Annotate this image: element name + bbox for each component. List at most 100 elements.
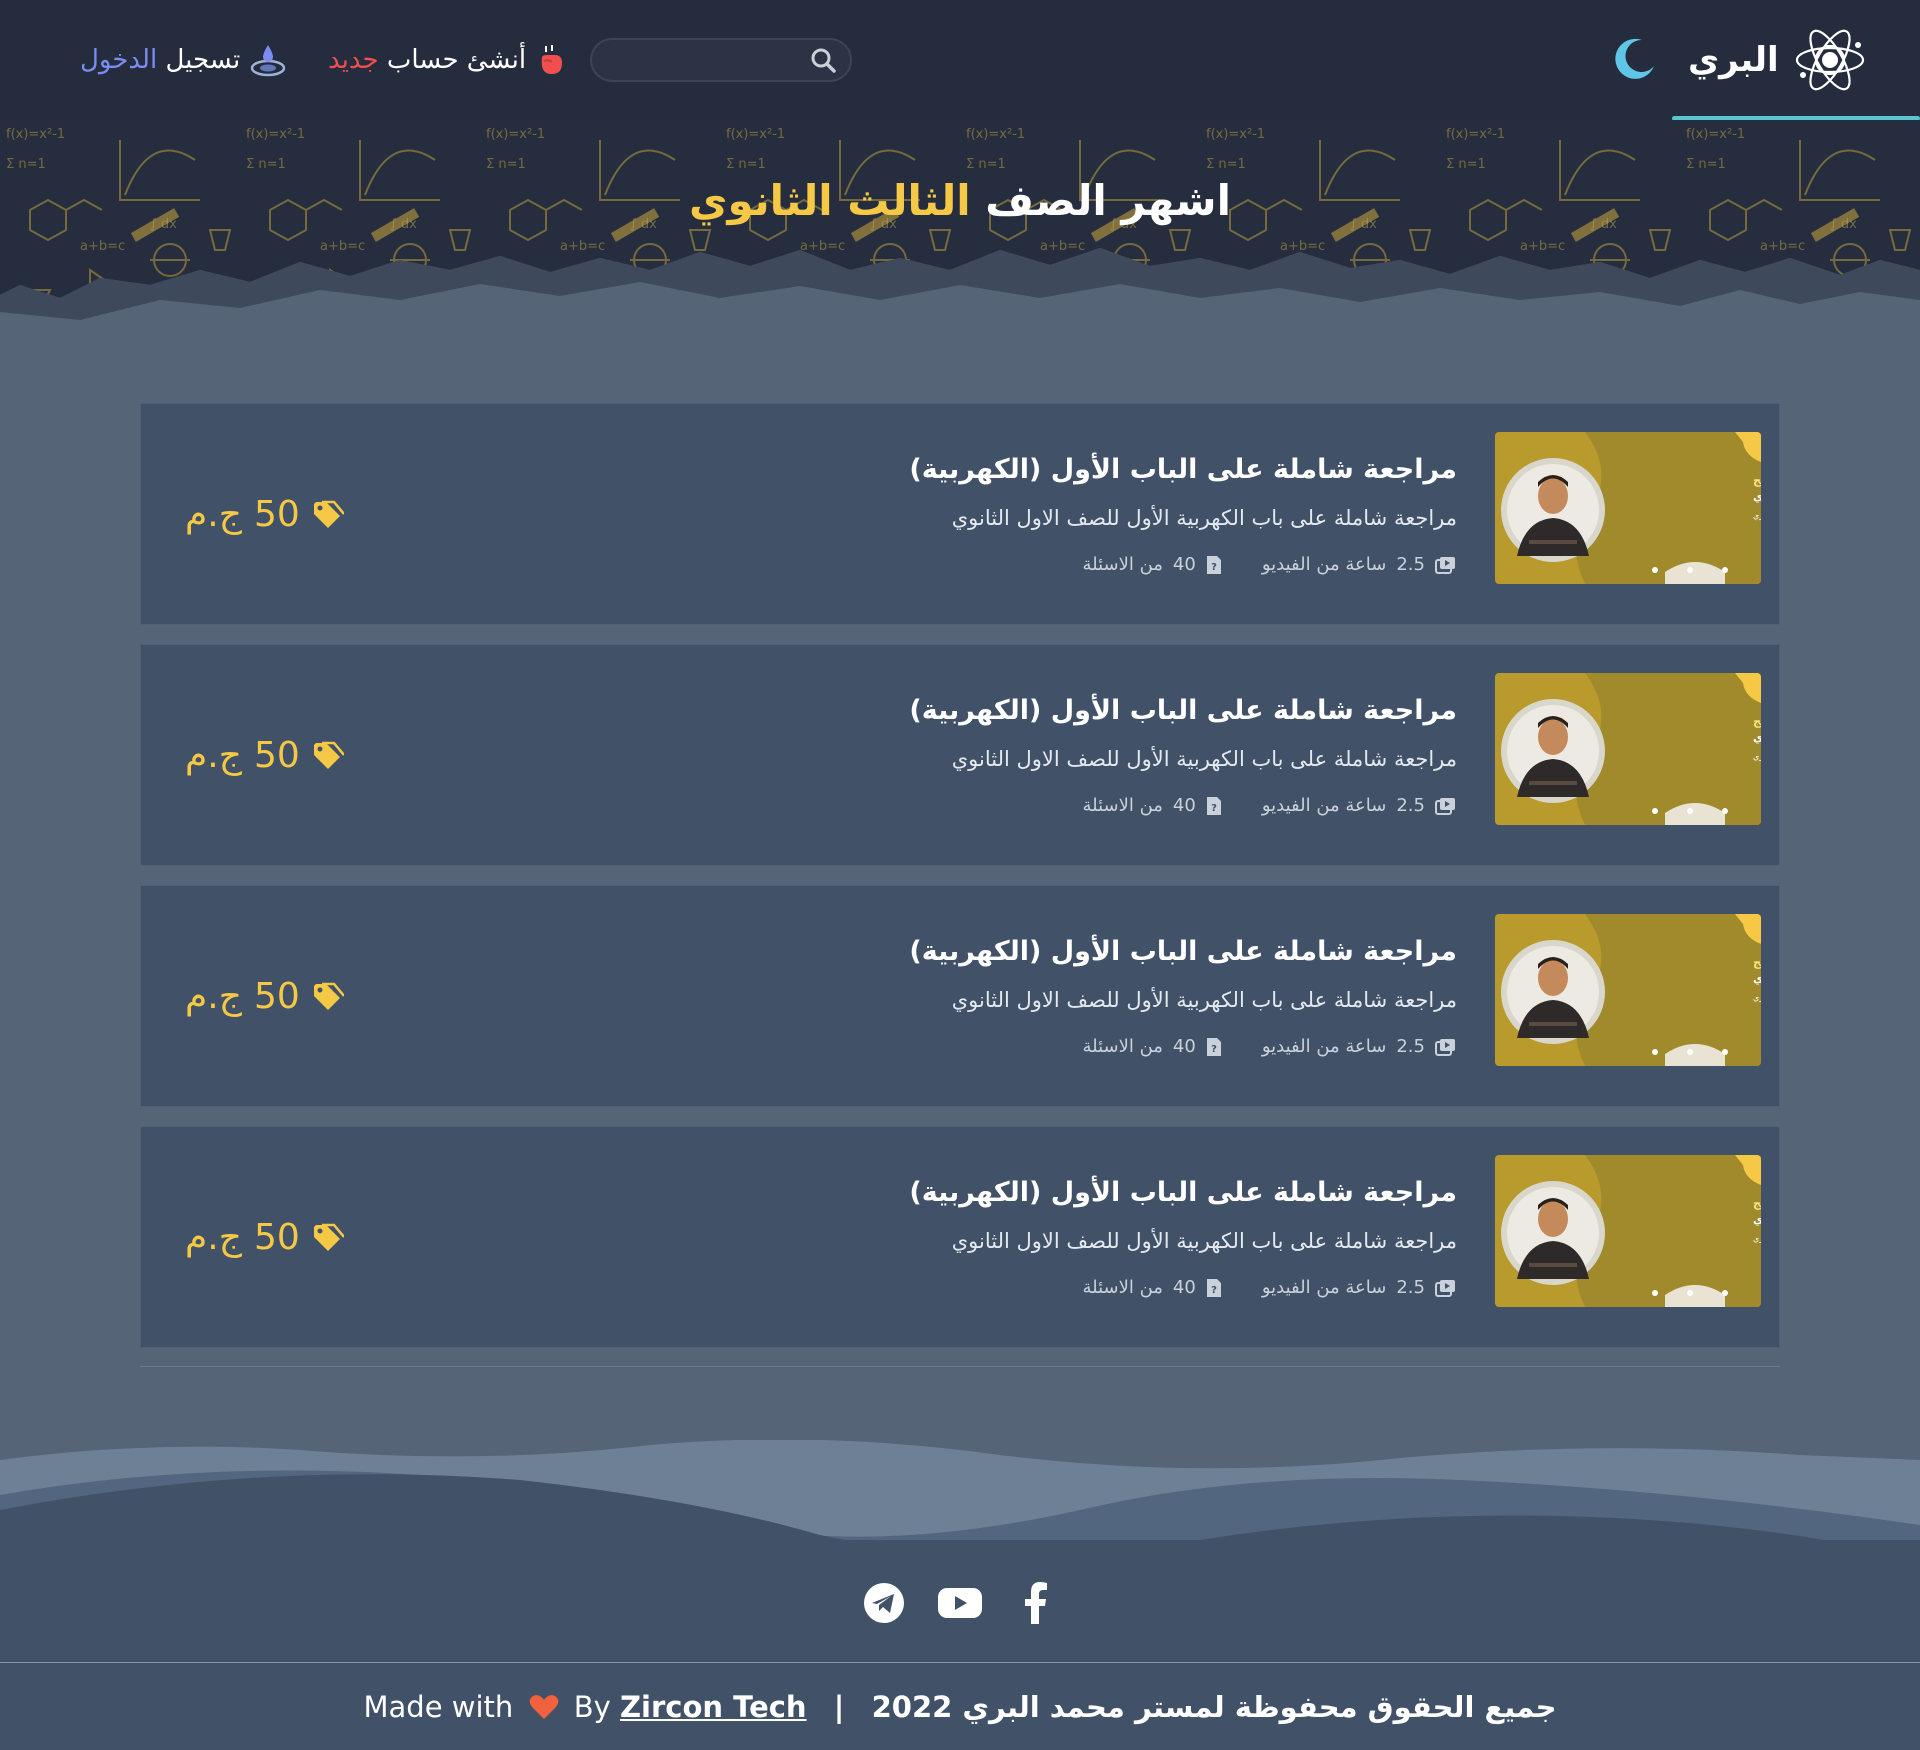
questions-count: ? 40 من الاسئلة [1082, 1036, 1221, 1057]
questions-number: 40 [1172, 1277, 1196, 1298]
dark-mode-toggle-icon[interactable] [1612, 36, 1658, 82]
price-value: 50 [253, 494, 300, 535]
facebook-icon [1025, 1582, 1047, 1624]
video-hours: 2.5 [1396, 1036, 1425, 1057]
price-value: 50 [253, 735, 300, 776]
copyright-bar: Made with By Zircon Tech | جميع الحقوق م… [0, 1690, 1920, 1724]
questions-number: 40 [1172, 554, 1196, 575]
svg-text:?: ? [1211, 1044, 1217, 1055]
boxing-glove-icon [541, 45, 563, 75]
questions-number: 40 [1172, 795, 1196, 816]
price-value: 50 [253, 1217, 300, 1258]
thumb-title-2: للصف الثالث الثانوي [1753, 731, 1761, 744]
video-label: ساعة من الفيديو [1261, 554, 1387, 575]
price-currency: ج.م [185, 494, 242, 535]
price-tag-icon [313, 741, 344, 769]
course-meta: 2.5 ساعة من الفيديو ? 40 من الاسئلة [1082, 1277, 1457, 1298]
thumb-title-2: للصف الثالث الثانوي [1753, 1213, 1761, 1226]
svg-text:?: ? [1211, 1285, 1217, 1296]
math-pattern-background: f(x)=x²-1 Σ n=1 ∫ dx a+b=c π [0, 120, 1920, 320]
search-icon[interactable] [810, 47, 836, 73]
course-card[interactable]: مراجعة شاملة على المنهج للصف الثالث الثا… [140, 644, 1780, 866]
questions-label: من الاسئلة [1082, 554, 1163, 575]
title-highlight: الثالث الثانوي [689, 176, 971, 225]
course-meta: 2.5 ساعة من الفيديو ? 40 من الاسئلة [1082, 554, 1457, 575]
site-logo[interactable]: البري [1688, 20, 1867, 100]
thumb-teacher: أ محمد البري [1753, 1233, 1761, 1243]
course-card[interactable]: مراجعة شاملة على المنهج للصف الثالث الثا… [140, 403, 1780, 625]
login-drop-icon [250, 45, 286, 77]
atom-logo-icon [1795, 29, 1864, 91]
thumb-teacher: أ محمد البري [1753, 751, 1761, 761]
thumb-teacher: أ محمد البري [1753, 992, 1761, 1002]
price-currency: ج.م [185, 976, 242, 1017]
course-thumbnail: مراجعة شاملة على المنهج للصف الثالث الثا… [1495, 673, 1761, 825]
login-link[interactable]: تسجيل الدخول [80, 40, 286, 80]
course-thumbnail: مراجعة شاملة على المنهج للصف الثالث الثا… [1495, 1155, 1761, 1307]
telegram-icon [864, 1583, 904, 1623]
video-label: ساعة من الفيديو [1261, 795, 1387, 816]
question-file-icon: ? [1206, 555, 1221, 574]
thumb-title-1: مراجعة شاملة على المنهج [1753, 956, 1761, 969]
questions-label: من الاسئلة [1082, 1036, 1163, 1057]
questions-number: 40 [1172, 1036, 1196, 1057]
video-hours: 2.5 [1396, 1277, 1425, 1298]
facebook-link[interactable] [1013, 1580, 1059, 1626]
questions-count: ? 40 من الاسئلة [1082, 795, 1221, 816]
footer-divider [0, 1662, 1920, 1663]
course-description: مراجعة شاملة على باب الكهربية الأول للصف… [951, 1229, 1457, 1253]
footer: Made with By Zircon Tech | جميع الحقوق م… [0, 1540, 1920, 1750]
svg-text:?: ? [1211, 562, 1217, 573]
course-card[interactable]: مراجعة شاملة على المنهج للصف الثالث الثا… [140, 1126, 1780, 1348]
video-label: ساعة من الفيديو [1261, 1277, 1387, 1298]
video-hours: 2.5 [1396, 795, 1425, 816]
question-file-icon: ? [1206, 796, 1221, 815]
title-main: اشهر الصف [985, 176, 1231, 225]
price-tag-icon [313, 982, 344, 1010]
video-icon [1435, 1038, 1455, 1056]
question-file-icon: ? [1206, 1278, 1221, 1297]
register-link[interactable]: أنشئ حساب جديد [328, 40, 566, 80]
price-tag-icon [313, 500, 344, 528]
course-price: 50 ج.م [185, 735, 344, 776]
price-tag-icon [313, 1223, 344, 1251]
video-icon [1435, 797, 1455, 815]
course-title[interactable]: مراجعة شاملة على الباب الأول (الكهربية) [909, 695, 1457, 726]
social-links [0, 1580, 1920, 1626]
price-value: 50 [253, 976, 300, 1017]
heart-icon [529, 1695, 558, 1719]
course-price: 50 ج.م [185, 1217, 344, 1258]
course-title[interactable]: مراجعة شاملة على الباب الأول (الكهربية) [909, 454, 1457, 485]
course-card[interactable]: مراجعة شاملة على المنهج للصف الثالث الثا… [140, 885, 1780, 1107]
by-text: By [573, 1690, 611, 1724]
video-label: ساعة من الفيديو [1261, 1036, 1387, 1057]
course-title[interactable]: مراجعة شاملة على الباب الأول (الكهربية) [909, 1177, 1457, 1208]
video-duration: 2.5 ساعة من الفيديو [1262, 554, 1457, 575]
brand-link[interactable]: Zircon Tech [620, 1690, 807, 1724]
youtube-link[interactable] [937, 1580, 983, 1626]
course-title[interactable]: مراجعة شاملة على الباب الأول (الكهربية) [909, 936, 1457, 967]
login-highlight: الدخول [80, 45, 158, 75]
questions-count: ? 40 من الاسئلة [1082, 554, 1221, 575]
course-meta: 2.5 ساعة من الفيديو ? 40 من الاسئلة [1082, 795, 1457, 816]
thumb-title-1: مراجعة شاملة على المنهج [1753, 715, 1761, 728]
questions-count: ? 40 من الاسئلة [1082, 1277, 1221, 1298]
register-highlight: جديد [328, 45, 379, 75]
youtube-icon [938, 1588, 982, 1618]
question-file-icon: ? [1206, 1037, 1221, 1056]
thumb-title-2: للصف الثالث الثانوي [1753, 972, 1761, 985]
course-price: 50 ج.م [185, 494, 344, 535]
search-box [590, 38, 852, 82]
register-prefix: أنشئ حساب [386, 45, 527, 75]
course-thumbnail: مراجعة شاملة على المنهج للصف الثالث الثا… [1495, 432, 1761, 584]
copyright-text: جميع الحقوق محفوظة لمستر محمد البري 2022 [871, 1690, 1557, 1724]
top-navbar: البري أنشئ حساب جديد تسجيل الدخول [0, 0, 1920, 121]
telegram-link[interactable] [861, 1580, 907, 1626]
questions-label: من الاسئلة [1082, 1277, 1163, 1298]
course-meta: 2.5 ساعة من الفيديو ? 40 من الاسئلة [1082, 1036, 1457, 1057]
video-duration: 2.5 ساعة من الفيديو [1262, 795, 1457, 816]
login-prefix: تسجيل [165, 45, 241, 75]
search-input[interactable] [606, 46, 796, 74]
footer-separator: | [833, 1690, 845, 1724]
course-thumbnail: مراجعة شاملة على المنهج للصف الثالث الثا… [1495, 914, 1761, 1066]
